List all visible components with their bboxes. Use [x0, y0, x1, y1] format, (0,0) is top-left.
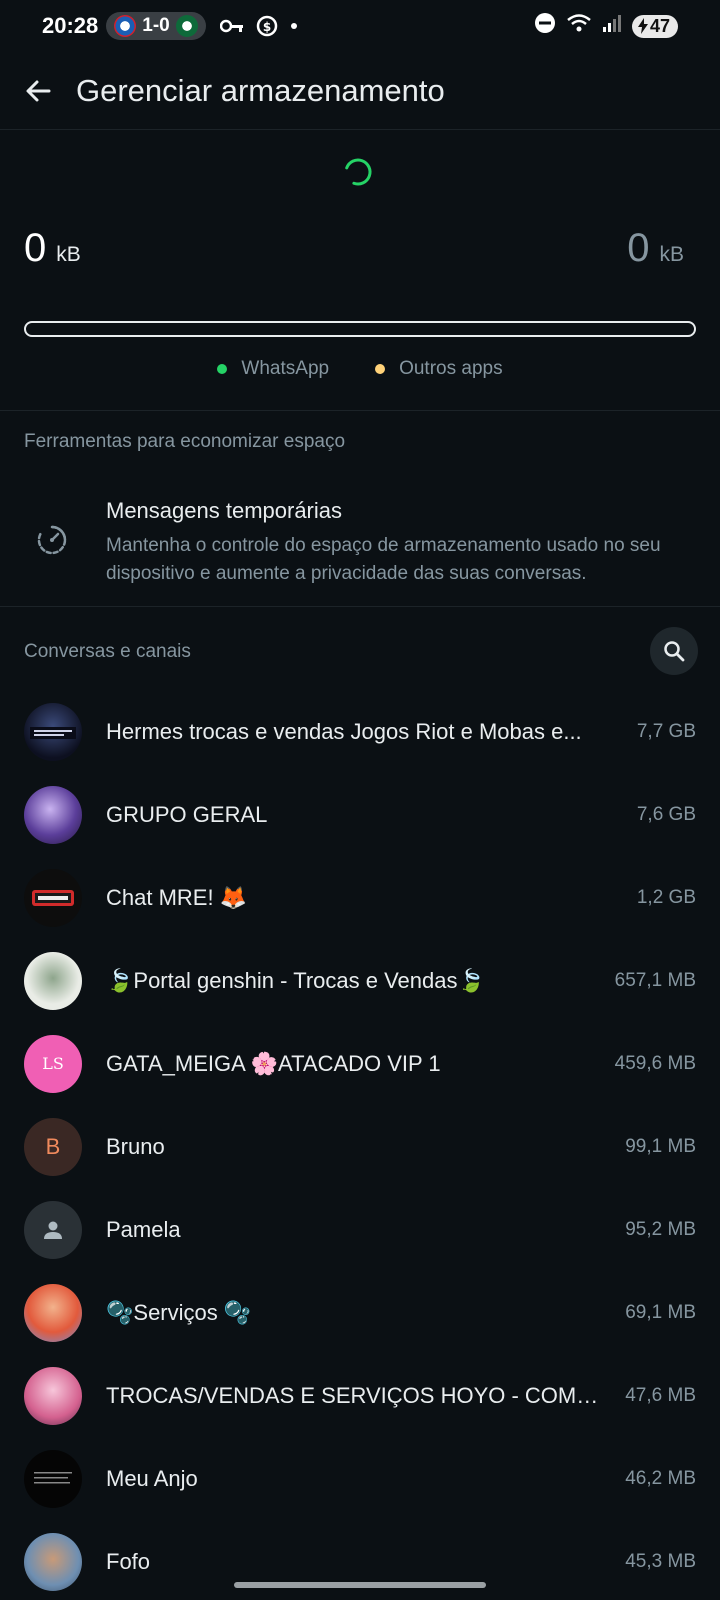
avatar	[24, 1201, 82, 1259]
avatar	[24, 952, 82, 1010]
team-crest-icon	[175, 15, 198, 37]
chat-size: 47,6 MB	[625, 1385, 696, 1406]
svg-text:LS: LS	[42, 1054, 64, 1073]
key-icon	[219, 19, 244, 33]
chat-size: 99,1 MB	[625, 1136, 696, 1157]
legend-label: Outros apps	[399, 358, 503, 379]
free-size-unit: kB	[659, 243, 684, 266]
page-title: Gerenciar armazenamento	[76, 72, 445, 108]
person-icon	[44, 1221, 62, 1239]
chat-row[interactable]: GRUPO GERAL 7,6 GB	[0, 774, 720, 857]
divider	[0, 606, 720, 607]
storage-legend: WhatsApp Outros apps	[0, 358, 720, 380]
avatar	[24, 869, 82, 927]
avatar	[24, 1533, 82, 1591]
status-time: 20:28	[42, 13, 99, 38]
legend-dot	[217, 364, 228, 374]
disappearing-messages-title: Mensagens temporárias	[106, 498, 343, 523]
chat-size: 1,2 GB	[636, 887, 696, 908]
chat-size: 95,2 MB	[625, 1219, 696, 1240]
chats-section-header: Conversas e canais	[24, 641, 191, 662]
chat-row[interactable]: LS GATA_MEIGA 🌸ATACADO VIP 1 459,6 MB	[0, 1023, 720, 1106]
chat-size: 45,3 MB	[625, 1551, 696, 1572]
used-size-value: 0	[24, 226, 47, 270]
chat-size: 459,6 MB	[614, 1053, 696, 1074]
chat-row[interactable]: Meu Anjo 46,2 MB	[0, 1438, 720, 1521]
svg-text:$: $	[263, 20, 271, 34]
chat-name: Chat MRE! 🦊	[106, 885, 248, 910]
avatar	[24, 703, 82, 761]
battery-level: 47	[649, 15, 670, 36]
do-not-disturb-icon	[534, 12, 556, 40]
app-bar: Gerenciar armazenamento	[0, 52, 720, 130]
chat-size: 7,7 GB	[636, 721, 696, 742]
legend-dot	[375, 364, 386, 374]
chat-row[interactable]: Fofo 45,3 MB	[0, 1521, 720, 1600]
avatar-letter: B	[45, 1134, 61, 1159]
chat-row[interactable]: Pamela 95,2 MB	[0, 1189, 720, 1272]
chat-name: Meu Anjo	[106, 1466, 198, 1491]
chat-name: Fofo	[106, 1549, 151, 1574]
chat-size: 657,1 MB	[614, 970, 696, 991]
disappearing-messages-item[interactable]: Mensagens temporárias Mantenha o control…	[0, 498, 720, 594]
chat-size: 46,2 MB	[625, 1468, 696, 1489]
chat-size: 7,6 GB	[636, 804, 696, 825]
chat-name: TROCAS/VENDAS E SERVIÇOS HOYO - COMU...	[106, 1383, 608, 1408]
legend-whatsapp: WhatsApp	[217, 358, 329, 380]
team-crest-icon	[114, 15, 137, 37]
chat-name: Bruno	[106, 1134, 165, 1159]
chat-row[interactable]: B Bruno 99,1 MB	[0, 1106, 720, 1189]
live-score: 1-0	[142, 15, 170, 36]
battery-indicator: 47	[631, 14, 678, 38]
chat-row[interactable]: 🍃Portal genshin - Trocas e Vendas🍃 657,1…	[0, 940, 720, 1023]
search-icon	[664, 641, 685, 662]
avatar: LS	[24, 1035, 82, 1093]
app-notification-icon: $	[256, 15, 278, 37]
chat-name: 🫧Serviços 🫧	[106, 1300, 252, 1325]
signal-icon	[602, 13, 622, 39]
wifi-icon	[566, 13, 592, 39]
search-button[interactable]	[650, 627, 698, 675]
chat-name: GATA_MEIGA 🌸ATACADO VIP 1	[106, 1051, 441, 1076]
back-button[interactable]	[0, 52, 76, 130]
home-indicator[interactable]	[234, 1582, 486, 1588]
free-size-value: 0	[627, 226, 650, 270]
storage-usage-bar	[24, 321, 696, 337]
chat-name: GRUPO GERAL	[106, 802, 268, 827]
chat-name: Pamela	[106, 1217, 181, 1242]
divider	[0, 410, 720, 411]
legend-other-apps: Outros apps	[375, 358, 503, 380]
loading-spinner-icon	[343, 157, 373, 187]
timer-icon	[36, 524, 68, 561]
avatar: B	[24, 1118, 82, 1176]
free-space-size: 0 kB	[627, 226, 684, 271]
avatar	[24, 1367, 82, 1425]
legend-label: WhatsApp	[241, 358, 330, 379]
chat-row[interactable]: 🫧Serviços 🫧 69,1 MB	[0, 1272, 720, 1355]
avatar	[24, 1450, 82, 1508]
avatar	[24, 1284, 82, 1342]
chat-row[interactable]: Hermes trocas e vendas Jogos Riot e Moba…	[0, 691, 720, 774]
arrow-left-icon	[26, 80, 51, 101]
tools-section-header: Ferramentas para economizar espaço	[24, 431, 346, 452]
status-bar: 20:28 1-0 $ 47	[0, 0, 720, 52]
chat-name: Hermes trocas e vendas Jogos Riot e Moba…	[106, 719, 582, 744]
whatsapp-used-size: 0 kB	[24, 226, 81, 271]
live-score-pill: 1-0	[106, 12, 206, 40]
disappearing-messages-description: Mantenha o controle do espaço de armazen…	[106, 535, 661, 584]
chat-name: 🍃Portal genshin - Trocas e Vendas🍃	[106, 968, 485, 993]
used-size-unit: kB	[56, 243, 81, 266]
chat-size: 69,1 MB	[625, 1302, 696, 1323]
chat-storage-list: Hermes trocas e vendas Jogos Riot e Moba…	[0, 691, 720, 1600]
notification-dot-icon	[290, 22, 298, 30]
charging-bolt-icon	[637, 18, 648, 34]
chat-row[interactable]: TROCAS/VENDAS E SERVIÇOS HOYO - COMU... …	[0, 1355, 720, 1438]
chat-row[interactable]: Chat MRE! 🦊 1,2 GB	[0, 857, 720, 940]
avatar	[24, 786, 82, 844]
